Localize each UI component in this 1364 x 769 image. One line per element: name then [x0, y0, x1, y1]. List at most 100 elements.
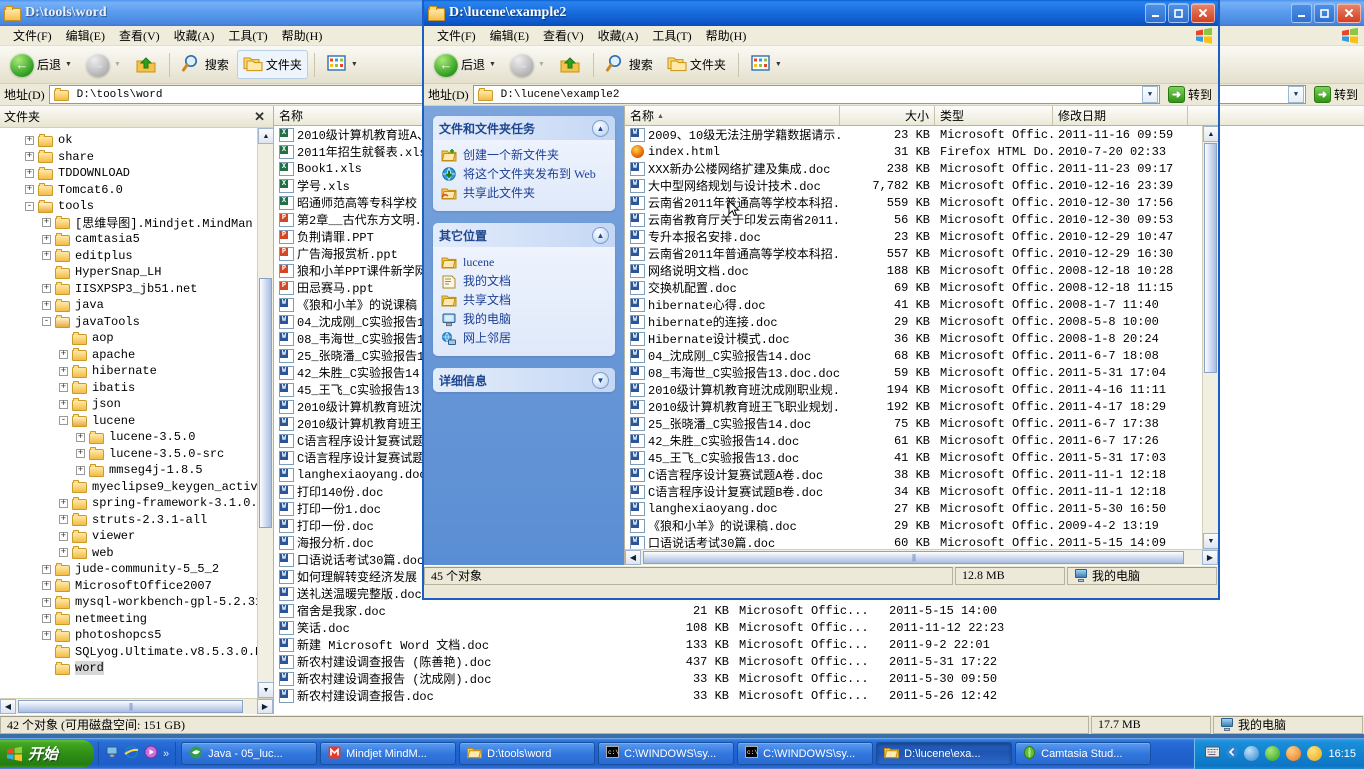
fg-hscroll-thumb[interactable]: ||| [643, 551, 1184, 564]
file-name-cell[interactable]: WC语言程序设计复赛试题B卷.doc [625, 483, 840, 500]
tray-keyboard-icon[interactable] [1205, 746, 1220, 761]
column-header-modified[interactable]: 修改日期 [1053, 106, 1188, 125]
taskbar-clock[interactable]: 16:15 [1328, 748, 1356, 760]
tree-item[interactable]: +json [0, 396, 273, 413]
minimize-button[interactable] [1145, 3, 1166, 23]
file-row[interactable]: WC语言程序设计复赛试题A卷.doc38 KBMicrosoft Offic..… [625, 466, 1202, 483]
internet-explorer-icon[interactable] [124, 745, 139, 762]
expand-toggle-icon[interactable]: + [25, 136, 34, 145]
tray-separator-icon[interactable] [1226, 745, 1238, 762]
expand-toggle-icon[interactable]: + [76, 449, 85, 458]
file-row[interactable]: Whibernate的连接.doc29 KBMicrosoft Offic...… [625, 313, 1202, 330]
file-row[interactable]: W云南省2011年普通高等学校本科招...557 KBMicrosoft Off… [625, 245, 1202, 262]
file-row[interactable]: index.html31 KBFirefox HTML Do...2010-7-… [625, 143, 1202, 160]
address-dropdown-button[interactable]: ▼ [1142, 86, 1158, 103]
menu-file[interactable]: 文件(F) [430, 26, 483, 45]
taskbar-button[interactable]: D:\tools\word [459, 742, 595, 765]
tree-item[interactable]: +photoshopcs5 [0, 627, 273, 644]
collapse-toggle-icon[interactable]: - [59, 416, 68, 425]
scroll-up-button[interactable]: ▲ [1203, 126, 1218, 142]
file-row[interactable]: W云南省2011年普通高等学校本科招...559 KBMicrosoft Off… [625, 194, 1202, 211]
tree-item[interactable]: +viewer [0, 528, 273, 545]
chevron-down-icon[interactable]: ▼ [65, 61, 72, 68]
close-button[interactable] [1191, 3, 1215, 23]
menu-edit[interactable]: 编辑(E) [59, 26, 112, 45]
taskbar-button[interactable]: D:\lucene\exa... [876, 742, 1012, 765]
file-row[interactable]: W25_张晓潘_C实验报告14.doc75 KBMicrosoft Offic.… [625, 415, 1202, 432]
tree-item[interactable]: +apache [0, 347, 273, 364]
file-row[interactable]: WC语言程序设计复赛试题B卷.doc34 KBMicrosoft Offic..… [625, 483, 1202, 500]
tray-network-icon[interactable] [1244, 746, 1259, 761]
file-name-cell[interactable]: W云南省2011年普通高等学校本科招... [625, 245, 840, 262]
expand-toggle-icon[interactable]: + [59, 515, 68, 524]
column-header-size[interactable]: 大小 [840, 106, 935, 125]
file-name-cell[interactable]: index.html [625, 145, 840, 159]
place-my-computer[interactable]: 我的电脑 [441, 310, 609, 329]
tree-item[interactable]: +ok [0, 132, 273, 149]
explorer-window-lucene-example2[interactable]: D:\lucene\example2 文件(F) 编辑(E) 查看(V) 收藏(… [422, 0, 1220, 600]
expand-toggle-icon[interactable]: + [76, 433, 85, 442]
file-name-cell[interactable]: W口语说话考试30篇.doc [625, 534, 840, 549]
expand-toggle-icon[interactable]: + [42, 235, 51, 244]
other-places-header[interactable]: 其它位置 ▲ [433, 223, 615, 247]
file-row[interactable]: W云南省教育厅关于印发云南省2011...56 KBMicrosoft Offi… [625, 211, 1202, 228]
task-create-new-folder[interactable]: 创建一个新文件夹 [441, 146, 609, 165]
file-name-cell[interactable]: W新农村建设调查报告.doc [274, 687, 629, 704]
fg-list-vertical-scrollbar[interactable]: ▲ ▼ [1202, 126, 1218, 549]
expand-toggle-icon[interactable]: + [25, 169, 34, 178]
fg-scroll-thumb[interactable] [1204, 143, 1217, 373]
taskbar[interactable]: 开始 » Java - [0, 738, 1364, 768]
tree-item[interactable]: HyperSnap_LH [0, 264, 273, 281]
menu-help[interactable]: 帮助(H) [699, 26, 754, 45]
tree-item[interactable]: aop [0, 330, 273, 347]
taskbar-task-buttons[interactable]: Java - 05_luc...Mindjet MindM...D:\tools… [181, 742, 1194, 765]
file-name-cell[interactable]: W08_韦海世_C实验报告13.doc.doc [625, 364, 840, 381]
other-places-body[interactable]: lucene 我的文档 [433, 247, 615, 356]
up-button[interactable] [129, 51, 163, 79]
tree-horizontal-scrollbar[interactable]: ◀ ||| ▶ [0, 698, 273, 714]
expand-toggle-icon[interactable]: + [59, 367, 68, 376]
fg-address-bar[interactable]: 地址(D) D:\lucene\example2 ▼ ➜ 转到 [424, 84, 1218, 106]
fg-toolbar[interactable]: ← 后退 ▼ → ▼ [424, 46, 1218, 84]
expand-toggle-icon[interactable]: + [76, 466, 85, 475]
minimize-button[interactable] [1291, 3, 1312, 23]
folders-button[interactable]: 文件夹 [661, 50, 732, 79]
chevron-down-icon[interactable]: ▼ [592, 372, 609, 389]
tree-item[interactable]: -javaTools [0, 314, 273, 331]
file-name-cell[interactable]: W专升本报名安排.doc [625, 228, 840, 245]
expand-toggle-icon[interactable]: + [42, 284, 51, 293]
place-network-neighborhood[interactable]: 网上邻居 [441, 329, 609, 348]
tree-item[interactable]: -lucene [0, 413, 273, 430]
bg-window-controls[interactable] [1291, 3, 1364, 23]
expand-toggle-icon[interactable]: + [42, 581, 51, 590]
file-name-cell[interactable]: Whibernate的连接.doc [625, 313, 840, 330]
tree-scroll-thumb[interactable] [259, 278, 272, 528]
file-row[interactable]: W04_沈成刚_C实验报告14.doc68 KBMicrosoft Offic.… [625, 347, 1202, 364]
close-icon[interactable]: ✕ [250, 109, 269, 125]
tree-vertical-scrollbar[interactable]: ▲ ▼ [257, 128, 273, 698]
file-name-cell[interactable]: W云南省2011年普通高等学校本科招... [625, 194, 840, 211]
file-row[interactable]: W新建 Microsoft Word 文档.doc133 KBMicrosoft… [274, 636, 1364, 653]
expand-toggle-icon[interactable]: + [59, 383, 68, 392]
file-name-cell[interactable]: W网络说明文档.doc [625, 262, 840, 279]
menu-help[interactable]: 帮助(H) [275, 26, 330, 45]
expand-toggle-icon[interactable]: + [42, 218, 51, 227]
views-button[interactable]: ▼ [321, 51, 364, 79]
tree-item[interactable]: word [0, 660, 273, 677]
scroll-down-button[interactable]: ▼ [1203, 533, 1218, 549]
file-name-cell[interactable]: W新建 Microsoft Word 文档.doc [274, 636, 629, 653]
tree-item[interactable]: myeclipse9_keygen_activ [0, 479, 273, 496]
place-lucene[interactable]: lucene [441, 253, 609, 272]
file-name-cell[interactable]: W45_王飞_C实验报告13.doc [625, 449, 840, 466]
file-name-cell[interactable]: Whibernate心得.doc [625, 296, 840, 313]
task-pane[interactable]: 文件和文件夹任务 ▲ 创建一个新文件 [424, 106, 624, 565]
menu-tools[interactable]: 工具(T) [221, 26, 274, 45]
go-button[interactable]: ➜ 转到 [1310, 86, 1362, 103]
folders-tree-scroll[interactable]: +ok+share+TDDOWNLOAD+Tomcat6.0-tools+[思维… [0, 128, 273, 698]
quick-launch-bar[interactable]: » [98, 742, 176, 766]
menu-view[interactable]: 查看(V) [536, 26, 591, 45]
expand-toggle-icon[interactable]: + [25, 152, 34, 161]
chevron-down-icon[interactable]: ▼ [775, 61, 782, 68]
fg-menubar[interactable]: 文件(F) 编辑(E) 查看(V) 收藏(A) 工具(T) 帮助(H) [424, 26, 1218, 46]
column-header-type[interactable]: 类型 [935, 106, 1053, 125]
